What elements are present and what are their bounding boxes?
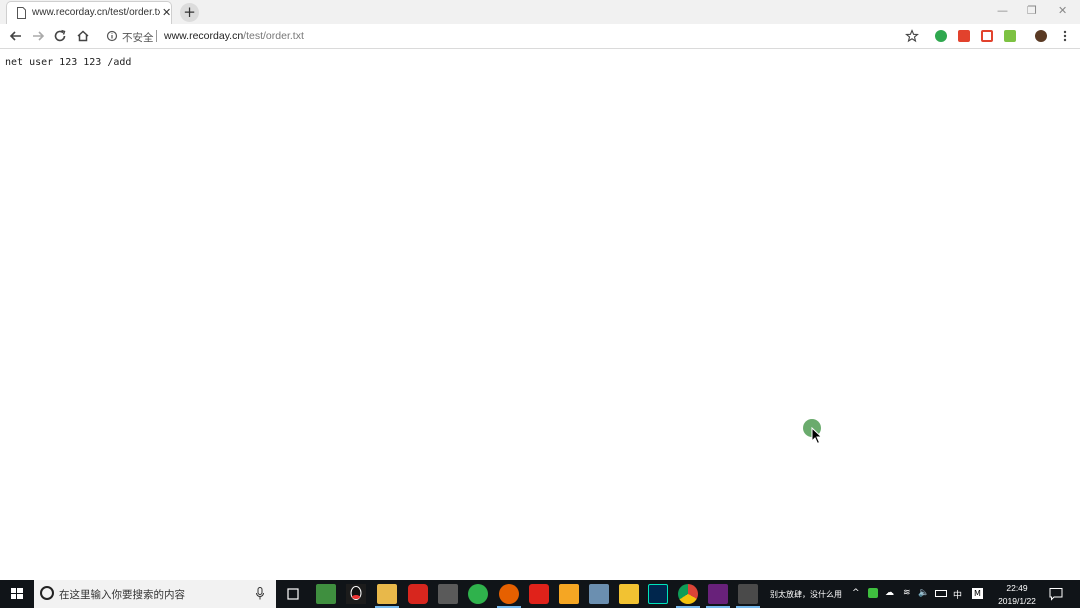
ime-mode-icon[interactable]: M (972, 588, 983, 599)
forward-icon[interactable] (30, 28, 46, 44)
info-icon[interactable] (104, 28, 120, 44)
screenshot-icon[interactable] (438, 584, 458, 604)
tab-close-icon[interactable]: ✕ (162, 6, 171, 19)
display-icon[interactable] (736, 584, 760, 608)
home-icon[interactable] (75, 28, 91, 44)
netease-music-icon[interactable] (408, 584, 428, 604)
browser-toolbar: 不安全 www.recorday.cn/test/order.txt (0, 24, 1080, 49)
taskbar-search-box[interactable]: 在这里输入你要搜索的内容 (34, 580, 276, 608)
cloud-icon[interactable]: ☁ (885, 588, 894, 598)
clock-date[interactable]: 2019/1/22 (994, 596, 1040, 606)
visual-studio-icon[interactable] (706, 584, 730, 608)
browser-tab[interactable]: www.recorday.cn/test/order.txt ✕ (6, 1, 172, 24)
adobe-audition-icon[interactable] (648, 584, 668, 604)
fl-studio-icon[interactable] (559, 584, 579, 604)
back-icon[interactable] (8, 28, 24, 44)
chrome-icon[interactable] (676, 584, 700, 608)
tab-strip: www.recorday.cn/test/order.txt ✕ + — ❐ ✕ (0, 0, 1080, 24)
address-separator (156, 30, 157, 42)
restore-button[interactable]: ❐ (1027, 4, 1037, 17)
mouse-cursor-icon (811, 427, 823, 445)
menu-icon[interactable] (1057, 28, 1073, 44)
new-tab-button[interactable]: + (180, 3, 199, 22)
notification-icon[interactable] (1048, 586, 1064, 602)
cortana-icon (40, 586, 54, 600)
battery-icon[interactable] (935, 590, 947, 597)
url-field[interactable]: www.recorday.cn/test/order.txt (164, 30, 304, 42)
red-extension-icon[interactable] (958, 30, 970, 42)
input-method[interactable]: 中 (953, 588, 962, 601)
profile-avatar-icon[interactable] (1035, 30, 1047, 42)
wifi-icon[interactable]: ≋ (903, 588, 911, 598)
security-label[interactable]: 不安全 (122, 30, 154, 45)
microphone-icon[interactable] (256, 587, 264, 600)
bookmark-star-icon[interactable] (904, 28, 920, 44)
qq-icon[interactable] (346, 584, 366, 604)
taskbar: 在这里输入你要搜索的内容 别太放肆，没什么用 ^ ☁ ≋ 🔈 中 M 22:49… (0, 580, 1080, 608)
minimize-button[interactable]: — (997, 4, 1008, 17)
reload-icon[interactable] (52, 28, 68, 44)
monitor-icon[interactable] (589, 584, 609, 604)
search-placeholder: 在这里输入你要搜索的内容 (59, 589, 185, 601)
page-content: net user 123 123 /add (0, 50, 1080, 580)
wechat-icon[interactable] (468, 584, 488, 604)
document-icon (17, 7, 26, 19)
tray-app-icon[interactable] (868, 588, 878, 598)
text-file-content: net user 123 123 /add (5, 57, 132, 68)
tab-title: www.recorday.cn/test/order.txt (32, 7, 160, 18)
task-view-icon[interactable] (283, 584, 303, 604)
tray-notice: 别太放肆，没什么用 (770, 590, 842, 599)
file-explorer-icon[interactable] (375, 584, 399, 608)
firefox-icon[interactable] (497, 584, 521, 608)
file-icon[interactable] (316, 584, 336, 604)
url-host: www.recorday.cn (164, 30, 244, 42)
green-extension-icon[interactable] (1004, 30, 1016, 42)
youdao-icon[interactable] (529, 584, 549, 604)
evernote-extension-icon[interactable] (935, 30, 947, 42)
volume-icon[interactable]: 🔈 (918, 588, 929, 598)
clock-time[interactable]: 22:49 (1004, 583, 1030, 593)
screen: www.recorday.cn/test/order.txt ✕ + — ❐ ✕… (0, 0, 1080, 608)
folder-icon[interactable] (619, 584, 639, 604)
chevron-up-icon[interactable]: ^ (852, 588, 860, 598)
windows-start-icon[interactable] (0, 580, 34, 608)
url-path: /test/order.txt (243, 30, 304, 42)
calendar-extension-icon[interactable] (981, 30, 993, 42)
close-window-button[interactable]: ✕ (1058, 4, 1067, 17)
